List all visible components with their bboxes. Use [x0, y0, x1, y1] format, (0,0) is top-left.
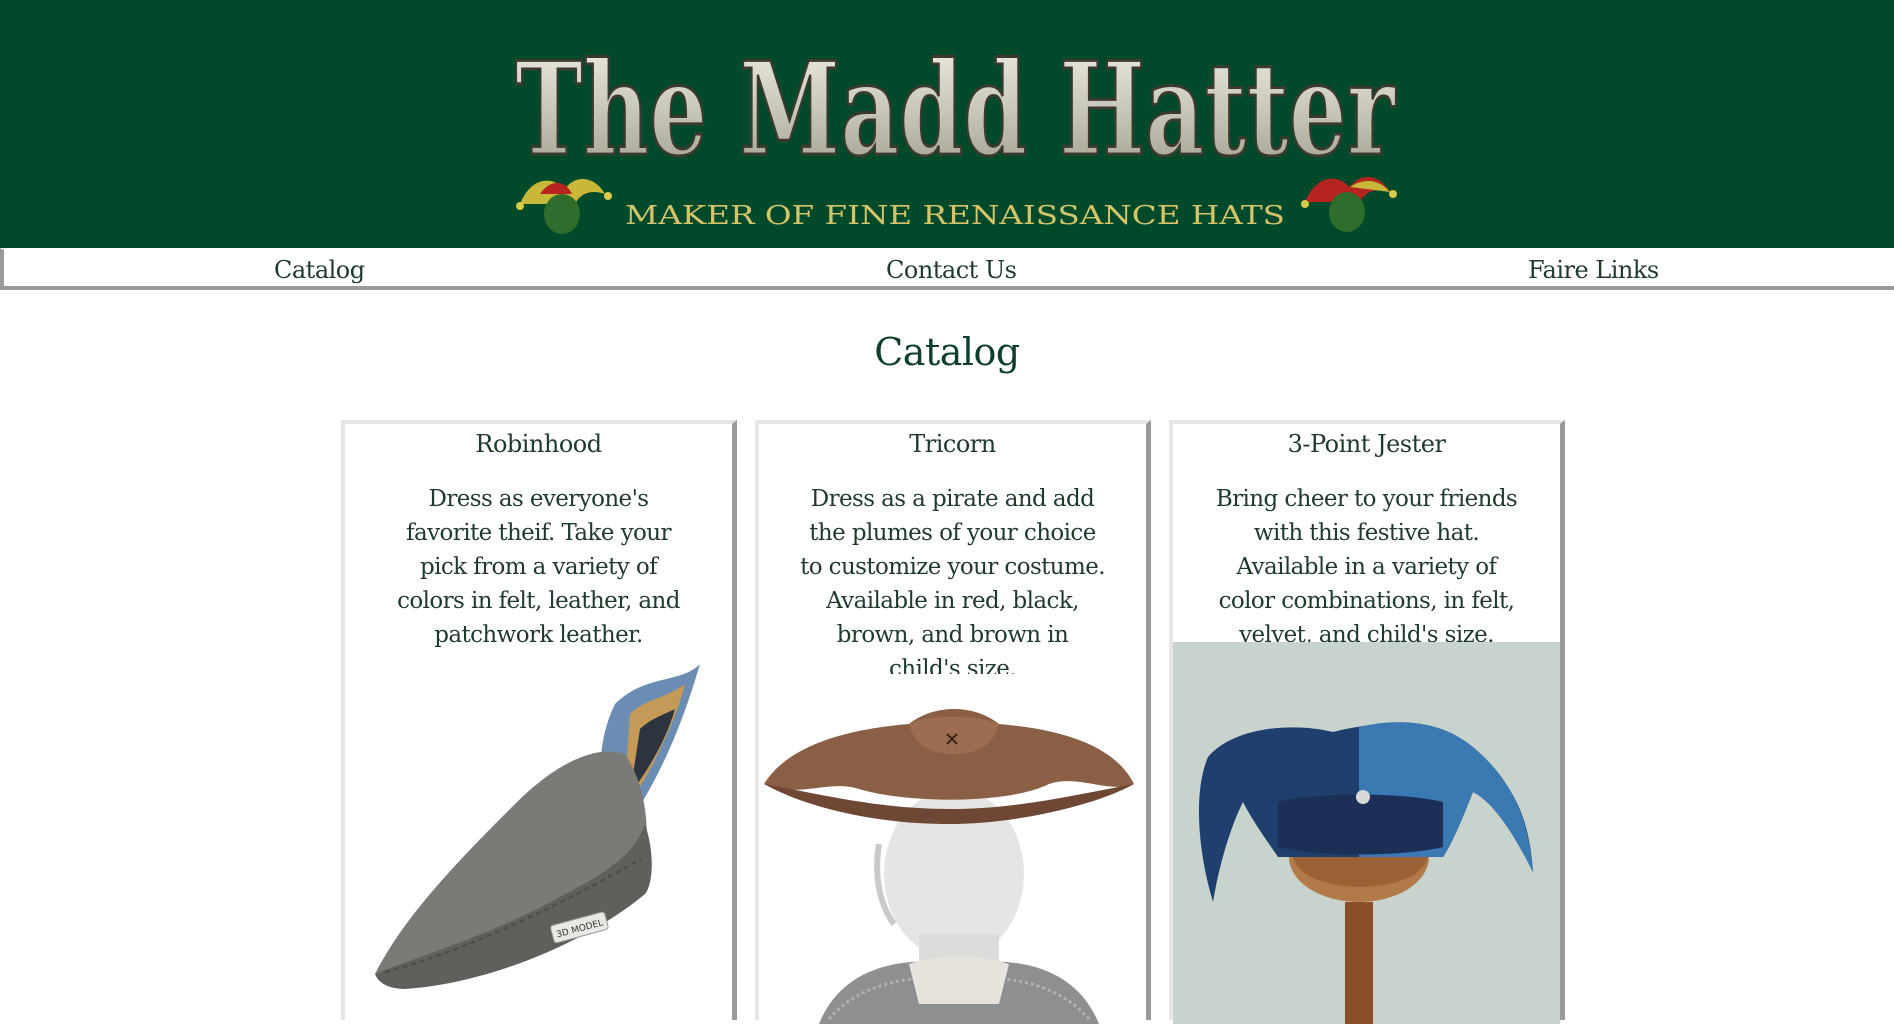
nav-item-faire-links[interactable]: Faire Links — [1528, 256, 1659, 284]
nav-item-catalog[interactable]: Catalog — [274, 256, 365, 284]
card-description: Bring cheer to your friends with this fe… — [1215, 486, 1518, 648]
nav-item-contact-us[interactable]: Contact Us — [886, 256, 1017, 284]
card-description: Dress as everyone's favorite theif. Take… — [397, 486, 680, 648]
product-card-robinhood[interactable]: Robinhood Dress as everyone's favorite t… — [341, 420, 737, 1024]
logo-title-text: The Madd Hatter — [515, 35, 1396, 185]
card-title[interactable]: Tricorn — [759, 430, 1146, 458]
jester-hat-icon — [1301, 176, 1397, 232]
card-title[interactable]: 3-Point Jester — [1173, 430, 1560, 458]
main-nav: Catalog Contact Us Faire Links — [0, 248, 1894, 290]
page-title: Catalog — [874, 330, 1020, 374]
logo-tagline: MAKER OF FINE RENAISSANCE HATS — [625, 201, 1285, 231]
card-title[interactable]: Robinhood — [345, 430, 732, 458]
product-card-tricorn[interactable]: Tricorn Dress as a pirate and add the pl… — [755, 420, 1151, 1024]
jester-hat-image[interactable] — [1173, 642, 1560, 1024]
site-banner: The Madd Hatter MAKER OF FINE RENAISSANC… — [0, 0, 1894, 248]
card-description: Dress as a pirate and add the plumes of … — [800, 486, 1105, 682]
jester-hat-icon — [516, 178, 612, 234]
robinhood-hat-image[interactable]: 3D MODEL — [345, 654, 732, 1024]
product-card-3-point-jester[interactable]: 3-Point Jester Bring cheer to your frien… — [1169, 420, 1565, 1024]
tricorn-hat-image[interactable] — [759, 674, 1146, 1024]
madd-hatter-logo[interactable]: The Madd Hatter MAKER OF FINE RENAISSANC… — [490, 4, 1420, 244]
